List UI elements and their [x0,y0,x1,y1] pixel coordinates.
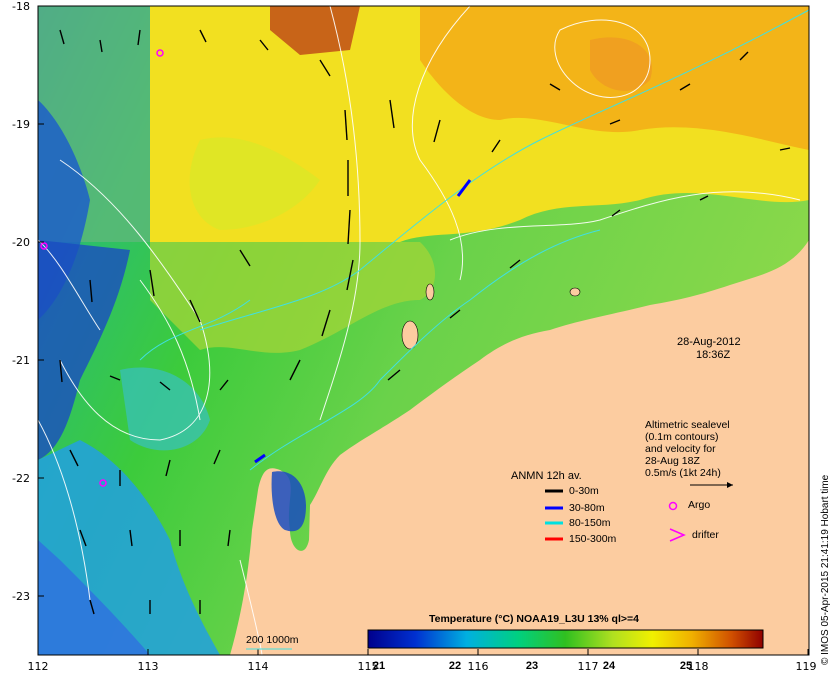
altimetric-note-line: and velocity for [645,443,716,455]
colorbar-tick: 25 [679,660,693,672]
colorbar-tick: 21 [372,660,386,672]
legend-depth-30-80: 30-80m [569,502,605,514]
sst-image [38,6,809,655]
argo-legend-label: Argo [688,499,711,511]
lat-label: -20 [12,236,30,249]
altimetric-note-line: 0.5m/s (1kt 24h) [645,467,721,479]
colorbar-tick: 24 [602,660,616,672]
colorbar-tick: 23 [525,660,539,672]
colorbar-title: Temperature (°C) NOAA19_L3U 13% ql>=4 [429,613,639,625]
lat-label: -21 [12,354,30,367]
lat-label: -19 [12,118,30,131]
lon-label: 113 [137,660,159,673]
legend-depth-80-150: 80-150m [569,517,611,529]
legend-depth-150-300: 150-300m [569,533,617,545]
lat-label: -18 [12,0,30,13]
drifter-legend-label: drifter [692,529,719,541]
credit-text: © IMOS 05-Apr-2015 21:41:19 Hobart time [820,474,831,665]
map-date: 28-Aug-2012 [677,336,741,348]
colorbar-tick: 22 [448,660,462,672]
lon-label: 112 [27,660,49,673]
legend-depth-0-30: 0-30m [569,485,599,497]
altimetric-note-line: 28-Aug 18Z [645,455,700,467]
legend-title: ANMN 12h av. [511,470,582,482]
altimetric-note-line: (0.1m contours) [645,431,719,443]
altimetric-note-line: Altimetric sealevel [645,419,730,431]
lon-label: 114 [247,660,269,673]
map-time: 18:36Z [696,349,731,361]
isobath-label: 200 1000m [246,634,299,646]
lat-label: -22 [12,472,30,485]
colorbar [367,629,764,649]
lat-label: -23 [12,590,30,603]
